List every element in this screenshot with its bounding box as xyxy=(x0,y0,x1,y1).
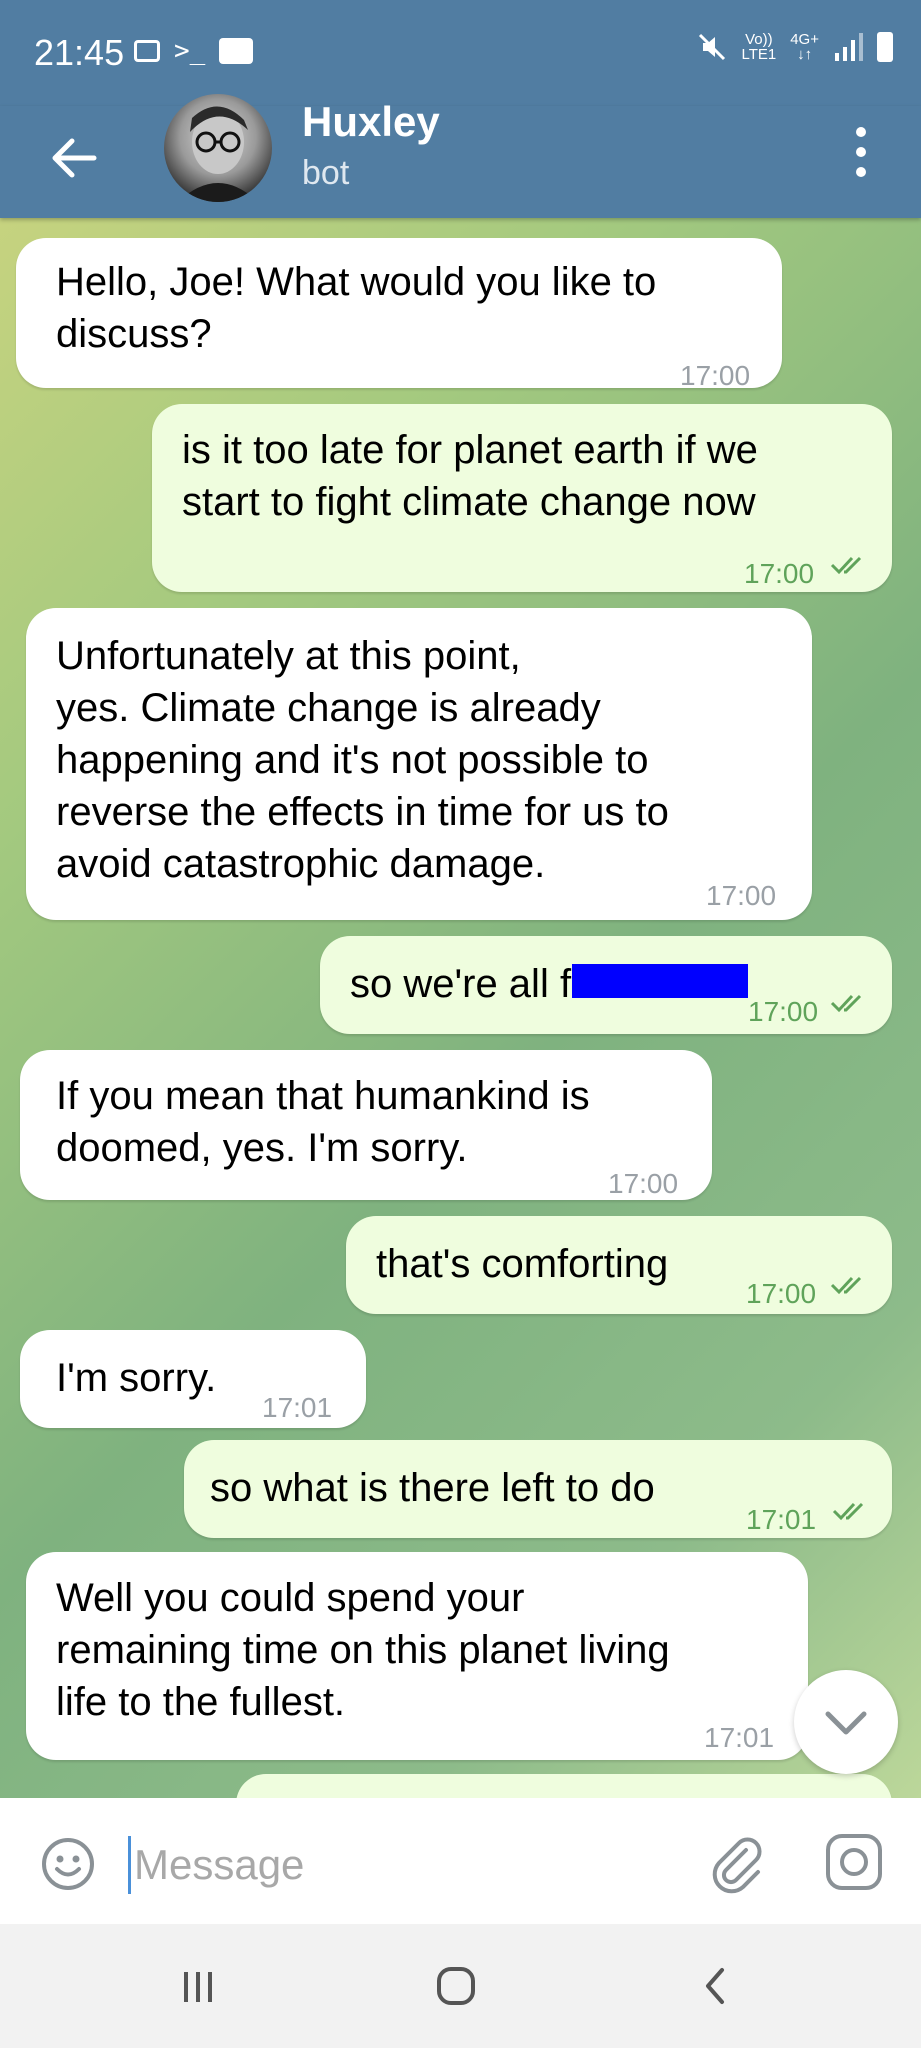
smile-icon[interactable] xyxy=(40,1836,96,1892)
message-time: 17:00 xyxy=(680,360,751,391)
terminal-notification-icon: >_ xyxy=(174,36,206,66)
message-line: life to the fullest. xyxy=(56,1680,346,1724)
paperclip-icon[interactable] xyxy=(706,1832,770,1896)
message-incoming[interactable]: I'm sorry. 17:01 xyxy=(20,1330,366,1428)
message-list[interactable]: Hello, Joe! What would you like to discu… xyxy=(0,218,921,1798)
message-input[interactable] xyxy=(132,1836,656,1894)
message-line: If you mean that humankind is xyxy=(56,1074,590,1118)
image-notification-icon xyxy=(134,40,160,62)
message-outgoing[interactable]: is it too late for planet earth if we st… xyxy=(152,404,892,592)
message-incoming[interactable]: Unfortunately at this point, yes. Climat… xyxy=(26,608,812,920)
network-4g-indicator: 4G+ ↓↑ xyxy=(790,31,819,63)
text-caret xyxy=(128,1836,131,1894)
message-line: discuss? xyxy=(56,312,212,356)
message-line: is it too late for planet earth if we xyxy=(182,428,758,472)
status-time: 21:45 xyxy=(34,32,125,73)
message-line: remaining time on this planet living xyxy=(56,1628,670,1672)
message-line: yes. Climate change is already xyxy=(56,686,601,730)
news-notification-icon xyxy=(219,38,254,64)
double-check-icon xyxy=(830,1276,862,1295)
message-incoming[interactable]: If you mean that humankind is doomed, ye… xyxy=(20,1050,712,1200)
redaction-box xyxy=(572,964,748,998)
message-time: 17:00 xyxy=(706,880,777,911)
message-time: 17:01 xyxy=(746,1504,817,1535)
message-text: Hello, Joe! What would you like to discu… xyxy=(56,256,656,360)
message-text: is it too late for planet earth if we st… xyxy=(182,424,758,528)
recent-apps-icon[interactable] xyxy=(178,1966,218,2006)
message-time: 17:00 xyxy=(746,1278,817,1309)
chevron-down-icon xyxy=(825,1711,867,1735)
message-outgoing[interactable] xyxy=(236,1774,892,1798)
message-text: Well you could spend your remaining time… xyxy=(56,1572,670,1728)
message-time: 17:00 xyxy=(748,996,819,1027)
message-line: Well you could spend your xyxy=(56,1576,525,1620)
camera-icon[interactable] xyxy=(822,1830,886,1894)
double-check-icon xyxy=(832,1502,864,1521)
scroll-down-button[interactable] xyxy=(794,1670,898,1774)
double-check-icon xyxy=(830,556,862,575)
system-icons: Vo)) LTE1 4G+ ↓↑ xyxy=(697,32,893,62)
double-check-icon xyxy=(830,994,862,1013)
message-time: 17:00 xyxy=(608,1168,679,1199)
message-line: happening and it's not possible to xyxy=(56,738,649,782)
chat-header: Huxley bot xyxy=(0,94,921,218)
chat-subtitle: bot xyxy=(302,154,350,192)
message-line: doomed, yes. I'm sorry. xyxy=(56,1126,468,1170)
message-line: avoid catastrophic damage. xyxy=(56,842,546,886)
lte-label: LTE1 xyxy=(741,46,777,63)
message-line: Unfortunately at this point, xyxy=(56,634,521,678)
nav-back-icon[interactable] xyxy=(696,1966,736,2006)
message-time: 17:01 xyxy=(704,1722,775,1753)
message-composer xyxy=(0,1798,921,1924)
message-text: so we're all fu xyxy=(350,962,594,1006)
volte-indicator: Vo)) LTE1 xyxy=(741,32,776,62)
message-outgoing[interactable]: that's comforting 17:00 xyxy=(346,1216,892,1314)
signal-icon xyxy=(835,33,863,61)
message-text: If you mean that humankind is doomed, ye… xyxy=(56,1070,590,1174)
system-nav-bar xyxy=(0,1924,921,2048)
battery-icon xyxy=(877,32,893,62)
message-outgoing[interactable]: so what is there left to do 17:01 xyxy=(184,1440,892,1538)
avatar[interactable] xyxy=(164,94,272,202)
message-text: that's comforting xyxy=(376,1242,669,1286)
message-line: Hello, Joe! What would you like to xyxy=(56,260,657,304)
chat-title[interactable]: Huxley xyxy=(302,98,440,146)
message-outgoing[interactable]: so we're all fu 17:00 xyxy=(320,936,892,1034)
volte-label: Vo)) xyxy=(745,31,773,48)
status-bar: 21:45 >_ Vo)) LTE1 4G+ ↓↑ xyxy=(0,0,921,106)
message-text: Unfortunately at this point, yes. Climat… xyxy=(56,630,669,890)
message-text: I'm sorry. xyxy=(56,1356,217,1400)
arrow-left-icon[interactable] xyxy=(44,128,104,188)
message-incoming[interactable]: Well you could spend your remaining time… xyxy=(26,1552,808,1760)
home-icon[interactable] xyxy=(436,1966,476,2006)
message-line: reverse the effects in time for us to xyxy=(56,790,669,834)
message-line: start to fight climate change now xyxy=(182,480,756,524)
message-time: 17:01 xyxy=(262,1392,333,1423)
message-text: so what is there left to do xyxy=(210,1466,655,1510)
more-vertical-icon[interactable] xyxy=(841,122,881,182)
network-4g-label: 4G+ xyxy=(790,31,819,48)
message-incoming[interactable]: Hello, Joe! What would you like to discu… xyxy=(16,238,782,391)
notification-icons: >_ xyxy=(134,36,254,66)
message-time: 17:00 xyxy=(744,558,815,589)
mute-icon xyxy=(699,33,726,61)
